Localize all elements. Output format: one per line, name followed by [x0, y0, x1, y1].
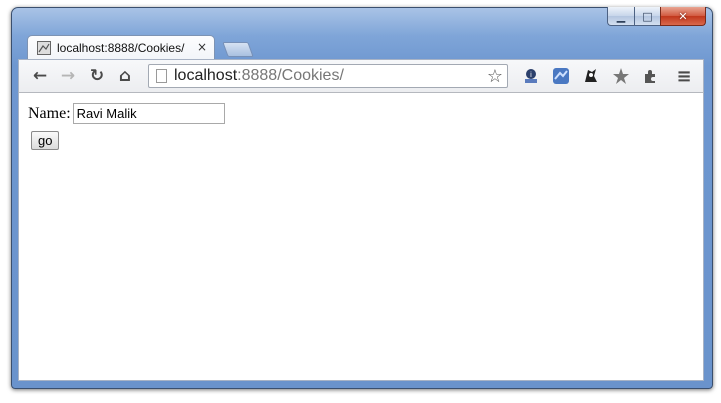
extension-icon-4[interactable] [612, 67, 630, 85]
forward-button[interactable]: → [57, 65, 79, 87]
close-window-button[interactable]: ✕ [660, 7, 706, 26]
url-path: :8888/Cookies/ [237, 67, 344, 84]
name-row: Name: [28, 103, 225, 124]
menu-button[interactable]: ≡ [673, 65, 695, 87]
close-icon: ✕ [678, 9, 688, 23]
minimize-icon: ▁ [616, 9, 626, 23]
minimize-button[interactable]: ▁ [607, 7, 634, 26]
forward-arrow-icon: → [60, 66, 76, 86]
browser-toolbar: ← → ↻ ⌂ localhost:8888/Cookies/ ☆ i ≡ [18, 59, 704, 93]
back-arrow-icon: ← [32, 66, 48, 86]
menu-icon: ≡ [676, 65, 692, 87]
maximize-icon: □ [642, 9, 653, 23]
url-host: localhost [174, 67, 238, 84]
maximize-button[interactable]: □ [634, 7, 660, 26]
address-bar[interactable]: localhost:8888/Cookies/ ☆ [148, 64, 508, 88]
name-input[interactable] [72, 103, 225, 124]
page-favicon-icon [37, 41, 51, 55]
tab-title: localhost:8888/Cookies/ [57, 41, 185, 55]
new-tab-button[interactable] [222, 42, 254, 57]
home-icon: ⌂ [118, 66, 132, 86]
window-controls: ▁ □ ✕ [607, 7, 706, 26]
go-button[interactable]: go [31, 131, 60, 150]
svg-text:i: i [530, 71, 532, 79]
extension-icon-3[interactable] [582, 67, 600, 85]
extension-icon-2[interactable] [552, 67, 570, 85]
home-button[interactable]: ⌂ [114, 65, 136, 87]
puzzle-icon[interactable] [642, 67, 660, 85]
back-button[interactable]: ← [29, 65, 51, 87]
reload-button[interactable]: ↻ [86, 65, 108, 87]
name-label: Name: [28, 104, 71, 122]
tab-close-icon[interactable]: × [197, 40, 207, 54]
extension-icon-1[interactable]: i [522, 67, 540, 85]
browser-window: ▁ □ ✕ localhost:8888/Cookies/ × ← → ↻ ⌂ … [11, 7, 713, 389]
bookmark-star-icon[interactable]: ☆ [487, 66, 503, 87]
page-icon [156, 69, 167, 83]
url-text: localhost:8888/Cookies/ [174, 67, 344, 85]
reload-icon: ↻ [89, 66, 105, 86]
browser-tab[interactable]: localhost:8888/Cookies/ × [27, 35, 215, 60]
page-content: Name: go [18, 93, 704, 381]
